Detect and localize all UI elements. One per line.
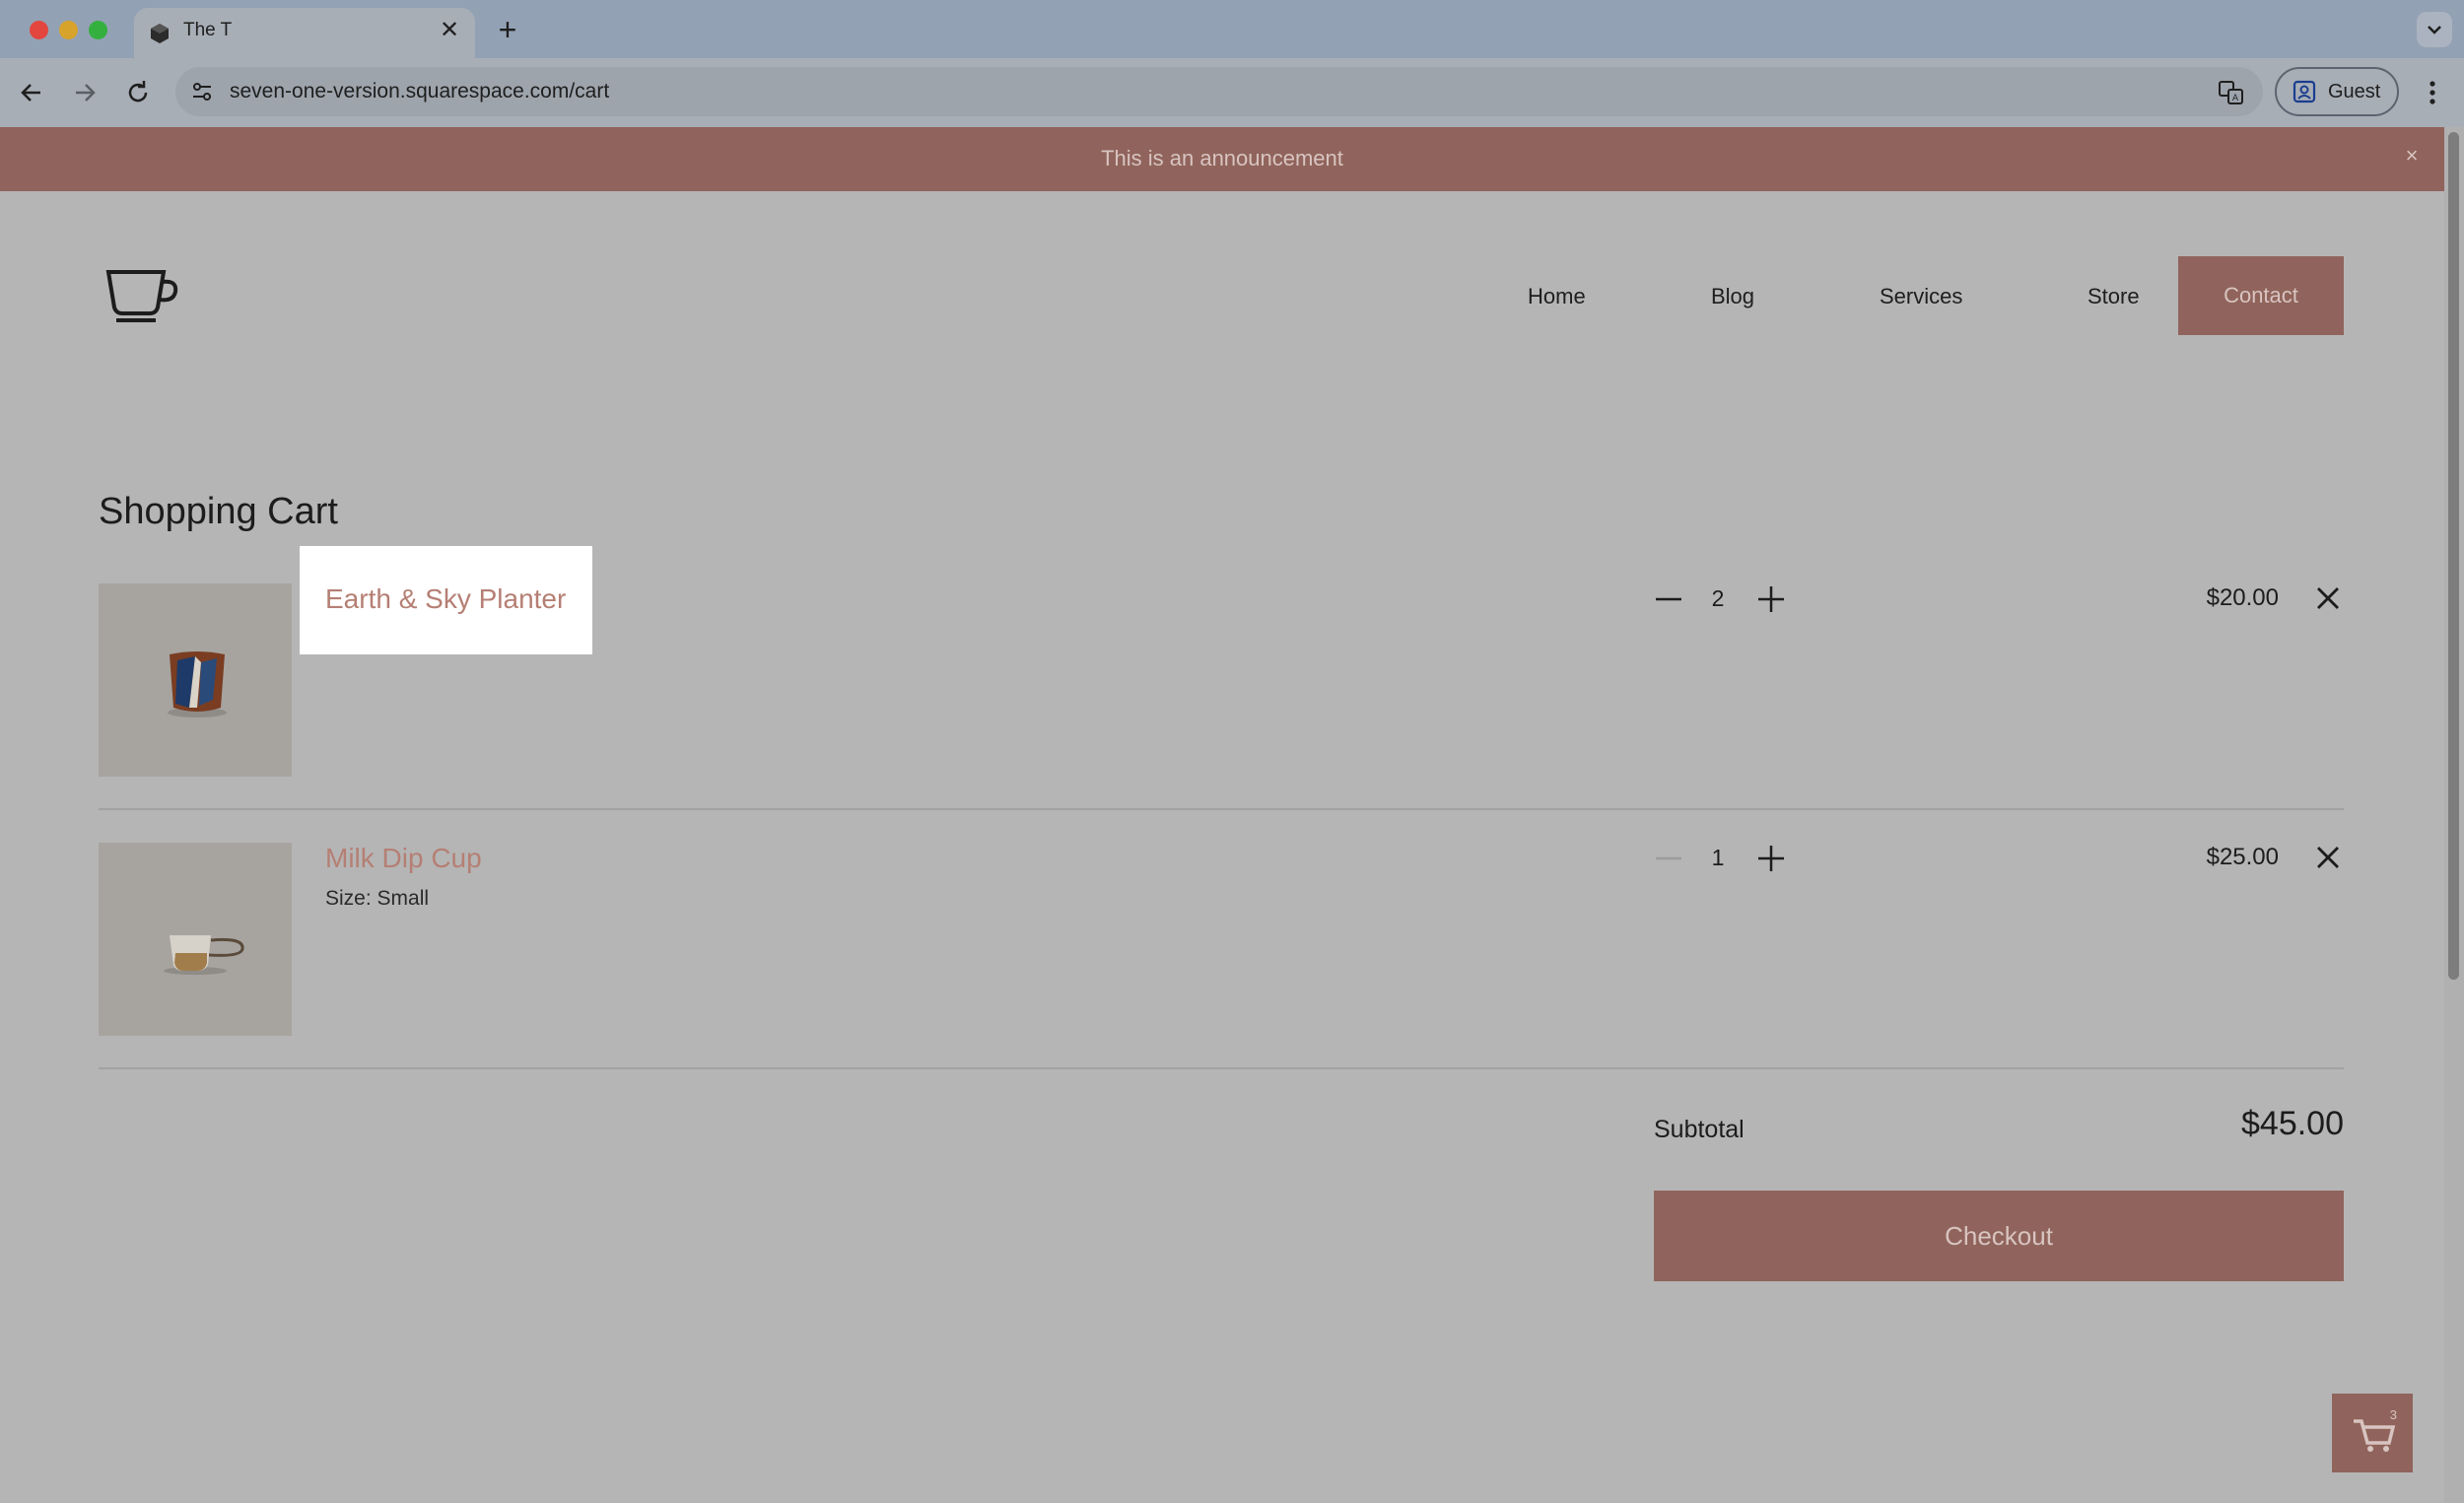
new-tab-button[interactable]: + bbox=[491, 13, 524, 46]
quantity-decrease-icon[interactable] bbox=[1652, 582, 1685, 616]
browser-tab[interactable]: The T ✕ bbox=[134, 8, 475, 58]
checkout-label: Checkout bbox=[1945, 1221, 2053, 1251]
tab-search-button[interactable] bbox=[2417, 12, 2452, 47]
subtotal-label: Subtotal bbox=[1654, 1116, 1745, 1143]
item-divider bbox=[99, 1067, 2344, 1069]
chevron-down-icon bbox=[2428, 26, 2441, 34]
item-divider bbox=[99, 808, 2344, 810]
announcement-text: This is an announcement bbox=[1101, 146, 1343, 171]
browser-menu-icon[interactable] bbox=[2419, 75, 2446, 110]
planter-image bbox=[168, 651, 227, 717]
nav-store-link[interactable]: Store bbox=[2088, 284, 2140, 309]
site-info-icon[interactable] bbox=[189, 79, 215, 104]
profile-icon bbox=[2293, 80, 2316, 103]
quantity-increase-icon[interactable] bbox=[1754, 582, 1788, 616]
window-minimize-button[interactable] bbox=[59, 21, 78, 39]
announcement-bar[interactable]: This is an announcement × bbox=[0, 127, 2444, 191]
tab-title: The T bbox=[183, 20, 233, 40]
back-arrow-icon[interactable] bbox=[14, 75, 49, 110]
forward-arrow-icon[interactable] bbox=[67, 75, 103, 110]
milk-dip-cup-image bbox=[164, 935, 244, 975]
translate-icon[interactable]: A bbox=[2218, 79, 2245, 106]
profile-label: Guest bbox=[2328, 81, 2381, 102]
quantity-increase-icon[interactable] bbox=[1754, 842, 1788, 875]
browser-toolbar: seven-one-version.squarespace.com/cart A… bbox=[0, 58, 2464, 127]
announcement-close-icon[interactable]: × bbox=[2399, 143, 2425, 169]
subtotal-value: $45.00 bbox=[2241, 1105, 2344, 1142]
nav-home-link[interactable]: Home bbox=[1528, 284, 1586, 309]
quantity-decrease-icon[interactable] bbox=[1652, 842, 1685, 875]
nav-blog-link[interactable]: Blog bbox=[1711, 284, 1754, 309]
item-price: $20.00 bbox=[2206, 584, 2279, 611]
item-name-link[interactable]: Earth & Sky Planter bbox=[325, 583, 566, 615]
tab-close-icon[interactable]: ✕ bbox=[436, 17, 463, 44]
item-name-link[interactable]: Milk Dip Cup bbox=[325, 843, 482, 874]
browser-tab-strip: The T ✕ + bbox=[0, 0, 2464, 58]
product-thumbnail-milk-dip-cup[interactable] bbox=[99, 843, 292, 1036]
cup-logo-icon[interactable] bbox=[103, 264, 181, 323]
floating-cart-button[interactable]: 3 bbox=[2332, 1394, 2413, 1472]
scrollbar-thumb[interactable] bbox=[2448, 132, 2459, 980]
product-thumbnail-planter[interactable] bbox=[99, 583, 292, 777]
quantity-value: 2 bbox=[1711, 585, 1725, 611]
contact-button[interactable]: Contact bbox=[2178, 256, 2344, 335]
url-text: seven-one-version.squarespace.com/cart bbox=[230, 80, 610, 102]
remove-item-icon[interactable] bbox=[2313, 583, 2343, 613]
squarespace-favicon-icon bbox=[151, 24, 169, 43]
quantity-value: 1 bbox=[1711, 845, 1725, 870]
checkout-button[interactable]: Checkout bbox=[1654, 1191, 2344, 1281]
item-price: $25.00 bbox=[2206, 844, 2279, 870]
profile-guest-button[interactable]: Guest bbox=[2275, 67, 2399, 116]
nav-services-link[interactable]: Services bbox=[1880, 284, 1962, 309]
item-option: Size: Small bbox=[325, 887, 430, 910]
cart-count-badge: 3 bbox=[2389, 1407, 2397, 1422]
address-bar[interactable]: seven-one-version.squarespace.com/cart A bbox=[175, 67, 2263, 116]
remove-item-icon[interactable] bbox=[2313, 843, 2343, 872]
window-zoom-button[interactable] bbox=[89, 21, 107, 39]
reload-icon[interactable] bbox=[120, 75, 156, 110]
contact-label: Contact bbox=[2224, 283, 2298, 307]
window-close-button[interactable] bbox=[30, 21, 48, 39]
svg-text:A: A bbox=[2232, 94, 2239, 103]
shopping-cart-icon bbox=[2354, 1419, 2396, 1452]
page-title: Shopping Cart bbox=[99, 491, 338, 532]
